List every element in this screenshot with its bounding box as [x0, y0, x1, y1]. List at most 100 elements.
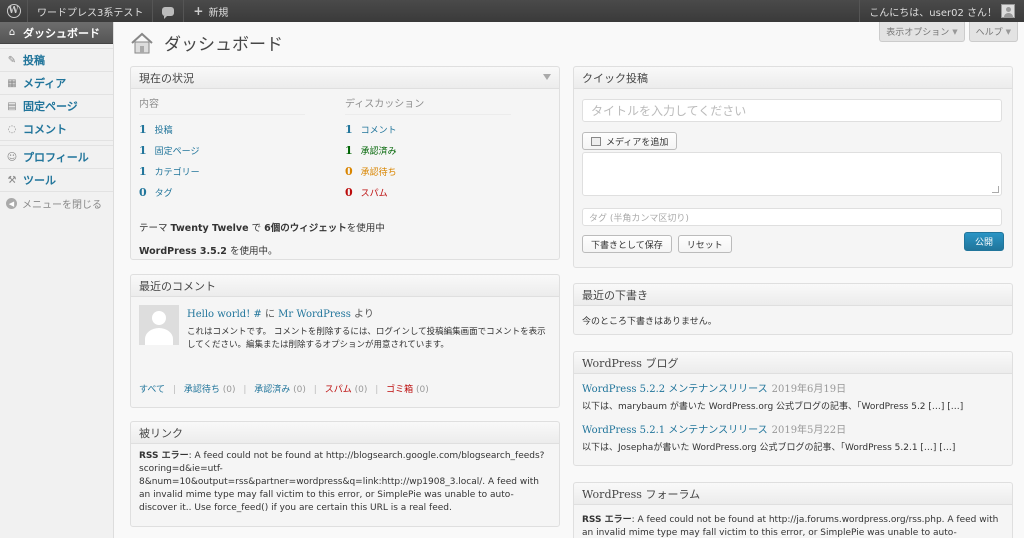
account-menu[interactable]: こんにちは、user02 さん！ [859, 0, 1024, 22]
tags-input[interactable]: タグ (半角カンマ区切り) [582, 208, 1002, 226]
dashboard-house-icon [131, 32, 153, 53]
comment-post-link[interactable]: Hello world! # [187, 309, 262, 320]
discussion-table: 1 コメント 1 承認済み 0 承認待ち 0 スパム [345, 119, 397, 203]
widget-title: WordPress ブログ [582, 356, 679, 370]
page-icon: ▤ [7, 100, 17, 112]
version-suffix: を使用中。 [229, 246, 278, 257]
posts-link[interactable]: 投稿 [155, 119, 200, 140]
content-table: 1 投稿 1 固定ページ 1 カテゴリー 0 タグ [139, 119, 200, 203]
widget-header[interactable]: 被リンク [131, 422, 559, 444]
screen-options-button[interactable]: 表示オプション ▼ [879, 22, 965, 42]
wordpress-logo-icon[interactable]: W [0, 0, 28, 22]
sidebar-item-profile[interactable]: ☺ プロフィール [0, 146, 113, 169]
post-content-textarea[interactable] [582, 152, 1002, 196]
categories-link[interactable]: カテゴリー [155, 161, 200, 182]
comment-icon: ◌ [7, 123, 17, 135]
widget-title: 現在の状況 [139, 71, 194, 85]
sidebar-item-label: 固定ページ [23, 100, 78, 113]
house-icon: ⌂ [8, 27, 16, 38]
widgets-count-link[interactable]: 6個のウィジェット [264, 223, 347, 234]
theme-mid: で [251, 223, 262, 234]
blog-post-link[interactable]: WordPress 5.2.1 メンテナンスリリース [582, 425, 768, 436]
sidebar-item-label: メディア [23, 77, 67, 90]
comments-link[interactable]: コメント [361, 119, 397, 140]
approved-count: (0) [293, 385, 306, 395]
tags-count[interactable]: 0 [139, 182, 155, 203]
pin-icon: ✎ [7, 54, 17, 66]
widget-header[interactable]: WordPress フォーラム [574, 483, 1012, 505]
pending-count: (0) [222, 385, 236, 395]
media-icon: ▦ [7, 77, 17, 89]
table-row: 0 承認待ち [345, 161, 397, 182]
discussion-heading: ディスカッション [345, 95, 511, 115]
reset-button[interactable]: リセット [677, 235, 732, 253]
categories-count[interactable]: 1 [139, 161, 155, 182]
rss-error-text: : A feed could not be found at http://ja… [582, 515, 999, 538]
sidebar-item-label: 投稿 [23, 54, 45, 67]
theme-name: Twenty Twelve [170, 223, 249, 234]
pages-count[interactable]: 1 [139, 140, 155, 161]
sidebar-item-pages[interactable]: ▤ 固定ページ [0, 95, 113, 118]
widget-header[interactable]: 現在の状況 [131, 67, 559, 89]
comment-author-link[interactable]: Mr WordPress [278, 309, 351, 320]
pages-link[interactable]: 固定ページ [155, 140, 200, 161]
widget-header[interactable]: クイック投稿 [574, 67, 1012, 89]
comment-excerpt: これはコメントです。 コメントを削除するには、ログインして投稿編集画面でコメント… [187, 327, 546, 350]
discussion-column: ディスカッション 1 コメント 1 承認済み 0 承認待ち 0 スパム [345, 95, 551, 203]
user-avatar-icon [1001, 4, 1015, 18]
sidebar-item-posts[interactable]: ✎ 投稿 [0, 49, 113, 72]
pending-link[interactable]: 承認待ち [361, 161, 397, 182]
help-button[interactable]: ヘルプ ▼ [968, 22, 1018, 42]
blog-post-link[interactable]: WordPress 5.2.2 メンテナンスリリース [582, 384, 768, 395]
recent-drafts-widget: 最近の下書き 今のところ下書きはありません。 [573, 283, 1013, 335]
filter-spam-link[interactable]: スパム [325, 385, 352, 395]
page-header: ダッシュボード [130, 30, 283, 55]
widget-title: 最近の下書き [582, 288, 648, 302]
filter-pending-link[interactable]: 承認待ち [184, 385, 220, 395]
widget-header[interactable]: WordPress ブログ [574, 352, 1012, 374]
posts-count[interactable]: 1 [139, 119, 155, 140]
toggle-arrow-icon[interactable] [543, 74, 551, 80]
theme-info: テーマ Twenty Twelve で 6個のウィジェットを使用中 [139, 217, 551, 240]
spam-count[interactable]: 0 [345, 182, 361, 203]
chevron-down-icon: ▼ [1005, 27, 1011, 36]
filter-all-link[interactable]: すべて [139, 385, 165, 395]
sidebar-item-tools[interactable]: ⚒ ツール [0, 169, 113, 192]
incoming-links-widget: 被リンク RSS エラー: A feed could not be found … [130, 421, 560, 527]
comment-from: より [354, 309, 374, 320]
rss-error-text: : A feed could not be found at http://bl… [139, 451, 545, 513]
no-drafts-message: 今のところ下書きはありません。 [582, 317, 717, 327]
sidebar-item-media[interactable]: ▦ メディア [0, 72, 113, 95]
tools-icon: ⚒ [7, 174, 17, 186]
sidebar-item-label: ダッシュボード [23, 26, 100, 40]
theme-prefix: テーマ [139, 223, 168, 234]
widget-header[interactable]: 最近のコメント [131, 275, 559, 297]
comments-count[interactable]: 1 [345, 119, 361, 140]
collapse-menu-button[interactable]: ◀ メニューを閉じる [0, 192, 113, 215]
media-icon [591, 136, 601, 146]
version-info: テーマ Twenty Twelve で 6個のウィジェットを使用中 WordPr… [139, 217, 551, 263]
new-content-label: 新規 [208, 7, 229, 19]
publish-button[interactable]: 公開 [963, 232, 1004, 251]
approved-link[interactable]: 承認済み [361, 140, 397, 161]
widget-header[interactable]: 最近の下書き [574, 284, 1012, 306]
save-draft-button[interactable]: 下書きとして保存 [582, 235, 672, 253]
comment-bubble-icon[interactable] [153, 0, 185, 22]
new-content-menu[interactable]: + 新規 [184, 0, 237, 22]
filter-approved-link[interactable]: 承認済み [254, 385, 290, 395]
spam-link[interactable]: スパム [361, 182, 397, 203]
sidebar-item-comments[interactable]: ◌ コメント [0, 118, 113, 141]
table-row: 1 カテゴリー [139, 161, 200, 182]
post-title-input[interactable]: タイトルを入力してください [582, 99, 1002, 122]
filter-trash-link[interactable]: ゴミ箱 [386, 385, 413, 395]
approved-count[interactable]: 1 [345, 140, 361, 161]
sidebar-item-dashboard[interactable]: ⌂ ダッシュボード [0, 22, 113, 44]
content-heading: 内容 [139, 95, 305, 115]
site-name-link[interactable]: ワードプレス3系テスト [28, 0, 154, 22]
add-media-button[interactable]: メディアを追加 [582, 132, 678, 150]
list-item: WordPress 5.2.1 メンテナンスリリース 2019年5月22日 以下は… [582, 421, 1004, 453]
tags-link[interactable]: タグ [155, 182, 200, 203]
comment-connector: に [264, 309, 275, 320]
admin-bar: W ワードプレス3系テスト + 新規 こんにちは、user02 さん！ [0, 0, 1024, 22]
pending-count[interactable]: 0 [345, 161, 361, 182]
